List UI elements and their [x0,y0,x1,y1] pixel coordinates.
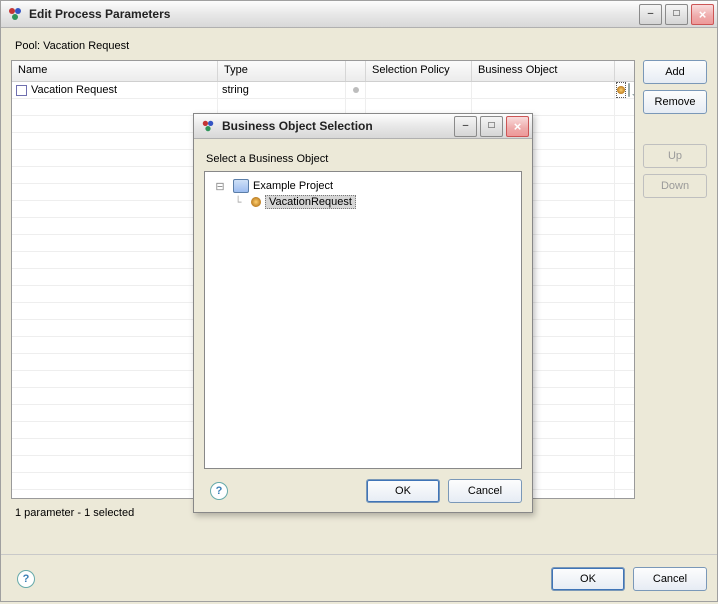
minimize-icon: – [648,9,654,19]
dialog-cancel-button[interactable]: Cancel [448,479,522,503]
business-object-tree[interactable]: ⊟ Example Project └ VacationRequest [204,171,522,469]
dialog-label: Select a Business Object [204,149,522,171]
down-button: Down [643,174,707,198]
up-button: Up [643,144,707,168]
maximize-button[interactable]: □ [665,4,688,25]
bottom-bar: ? OK Cancel [1,554,717,602]
pool-name: Vacation Request [43,40,129,52]
pool-label: Pool: Vacation Request [11,38,707,60]
dialog-app-icon [200,118,216,134]
dialog-ok-button[interactable]: OK [366,479,440,503]
business-object-dialog: Business Object Selection – □ × Select a… [193,113,533,513]
tree-line-icon: └ [229,196,247,209]
dialog-close-button[interactable]: × [506,116,529,137]
ok-button[interactable]: OK [551,567,625,591]
add-button[interactable]: Add [643,60,707,84]
dialog-title-bar[interactable]: Business Object Selection – □ × [194,114,532,139]
col-business[interactable]: Business Object [472,61,615,81]
tree-item-row[interactable]: └ VacationRequest [211,194,517,210]
col-end [615,61,634,81]
dialog-title: Business Object Selection [222,119,454,133]
app-icon [7,6,23,22]
close-button[interactable]: × [691,4,714,25]
close-icon: × [514,120,522,133]
bean-icon [251,197,261,207]
row-icon [16,85,27,96]
table-header: Name Type Selection Policy Business Obje… [12,61,634,82]
row-name: Vacation Request [31,84,117,96]
tree-project-label: Example Project [253,180,333,192]
expand-toggle[interactable]: ⊟ [211,180,229,193]
folder-icon [233,179,249,193]
side-buttons: Add Remove Up Down [643,60,707,499]
col-type[interactable]: Type [218,61,346,81]
main-window: Edit Process Parameters – □ × Pool: Vaca… [0,0,718,602]
remove-button[interactable]: Remove [643,90,707,114]
bean-icon [617,86,625,94]
subtype-dot-icon [353,87,359,93]
tree-item-label: VacationRequest [265,195,356,209]
main-title-text: Edit Process Parameters [29,7,639,21]
maximize-icon: □ [488,121,494,131]
help-icon[interactable]: ? [17,570,35,588]
col-subtype[interactable] [346,61,366,81]
dialog-maximize-button[interactable]: □ [480,116,503,137]
maximize-icon: □ [673,9,679,19]
table-row[interactable]: Vacation Request string [12,82,634,99]
pool-prefix: Pool: [15,40,43,52]
col-selection[interactable]: Selection Policy [366,61,472,81]
cancel-button[interactable]: Cancel [633,567,707,591]
row-type: string [222,84,249,96]
business-picker-button[interactable] [616,82,626,98]
dialog-minimize-button[interactable]: – [454,116,477,137]
close-icon: × [699,8,707,21]
tree-project-row[interactable]: ⊟ Example Project [211,178,517,194]
minimize-icon: – [463,121,469,131]
main-title-bar[interactable]: Edit Process Parameters – □ × [1,1,717,28]
dialog-help-icon[interactable]: ? [210,482,228,500]
minimize-button[interactable]: – [639,4,662,25]
col-name[interactable]: Name [12,61,218,81]
comment-icon[interactable] [628,83,630,97]
